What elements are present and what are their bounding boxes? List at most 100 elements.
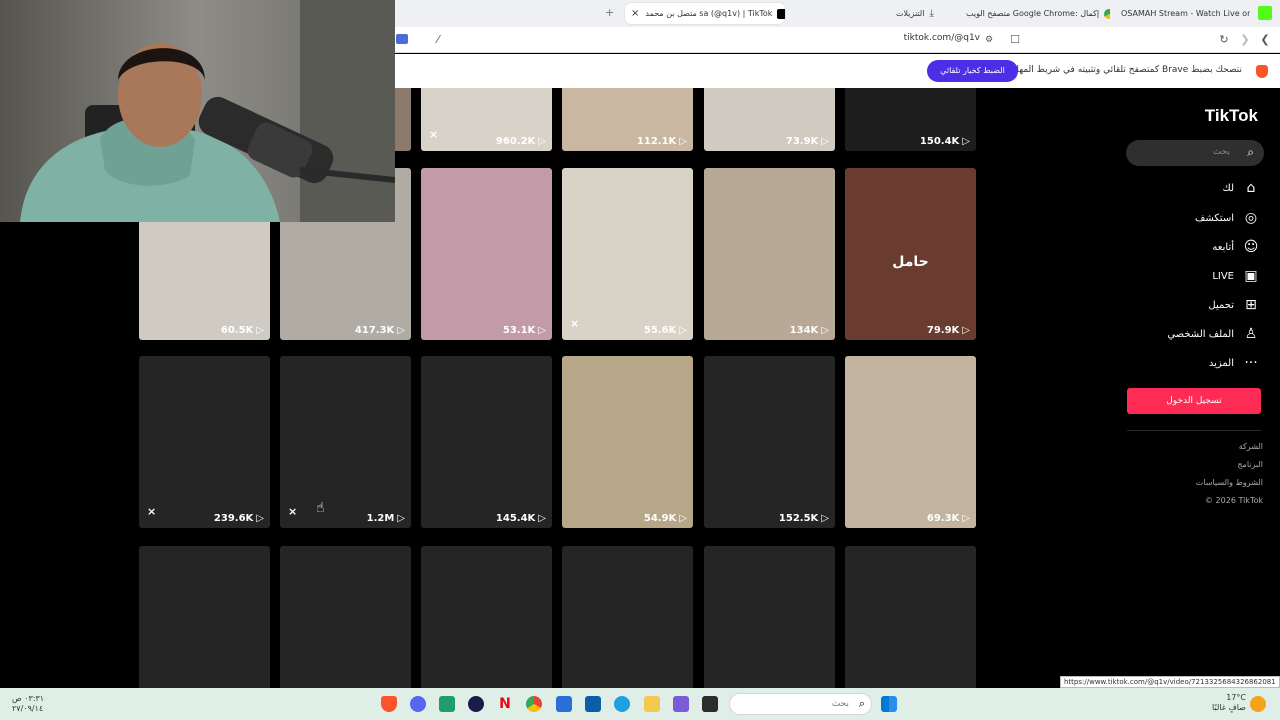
mute-icon[interactable]: ×	[288, 505, 297, 518]
tab-chrome-help[interactable]: متصفح الويب Google Chrome: إكمال	[960, 3, 1110, 24]
sidebar-item-more[interactable]: المزيد ···	[1209, 353, 1260, 373]
back-arrow-icon[interactable]: ❮	[1257, 32, 1273, 48]
video-thumbnail[interactable]: 134K ▷	[704, 168, 835, 340]
login-button[interactable]: تسجيل الدخول	[1127, 388, 1261, 414]
tab-downloads[interactable]: التنزيلات ⤓	[890, 3, 950, 24]
profile-icon: ♙	[1244, 326, 1258, 342]
sidebar-item-following[interactable]: أتابعه ☺	[1212, 237, 1260, 257]
taskbar-search-input[interactable]: بحث	[832, 699, 849, 709]
clock[interactable]: ٠٣:٣١ ص ٢٧/٠٩/١٤	[12, 694, 44, 714]
upload-icon: ⊞	[1245, 297, 1257, 313]
url-field[interactable]: tiktok.com/@q1v	[860, 33, 980, 47]
video-thumbnail[interactable]: 150.4K ▷	[845, 88, 976, 151]
video-thumbnail[interactable]: 112.1K ▷	[562, 88, 693, 151]
sidebar-item-home[interactable]: لك ⌂	[1223, 178, 1260, 198]
mail-taskbar-icon[interactable]	[556, 696, 572, 712]
footer-terms-link[interactable]: الشروط والسياسات	[1196, 478, 1263, 487]
video-thumbnail[interactable]: 73.9K ▷	[704, 88, 835, 151]
video-thumbnail[interactable]: 69.3K ▷	[845, 356, 976, 528]
play-icon: ▷	[962, 136, 970, 147]
app2-taskbar-icon[interactable]	[673, 696, 689, 712]
windows-taskbar: ٠٣:٣١ ص ٢٧/٠٩/١٤ N بحث ⌕ 17°C صافٍ غالبً…	[0, 688, 1280, 720]
close-tab-icon[interactable]: ×	[631, 8, 639, 19]
app-taskbar-icon[interactable]	[439, 696, 455, 712]
view-count: 79.9K ▷	[927, 325, 970, 336]
video-thumbnail[interactable]	[562, 546, 693, 688]
tab-label: OSAMAH Stream - Watch Live on Ki	[1121, 9, 1250, 18]
footer-program-link[interactable]: البرنامج	[1237, 460, 1263, 469]
sidebar-item-upload[interactable]: تحميل ⊞	[1208, 295, 1260, 315]
video-thumbnail[interactable]	[280, 546, 411, 688]
store-taskbar-icon[interactable]	[585, 696, 601, 712]
play-icon: ▷	[397, 513, 405, 524]
extension-icon[interactable]: ⁄	[430, 32, 446, 48]
video-thumbnail[interactable]	[139, 546, 270, 688]
view-count: 1.2M ▷	[367, 513, 405, 524]
search-icon[interactable]: ⌕	[1247, 145, 1254, 160]
play-icon: ▷	[962, 513, 970, 524]
view-count-value: 53.1K	[502, 325, 536, 336]
video-thumbnail[interactable]: 960.2K ▷ ×	[421, 88, 552, 151]
view-count-value: 152.5K	[778, 513, 819, 524]
mute-icon[interactable]: ×	[570, 317, 579, 330]
webcam-person-image	[0, 0, 395, 222]
video-thumbnail[interactable]: 1.2M ▷ ×	[280, 356, 411, 528]
view-count: 53.1K ▷	[503, 325, 546, 336]
reload-icon[interactable]: ↻	[1216, 32, 1232, 48]
view-count: 239.6K ▷	[214, 513, 264, 524]
tab-label: التنزيلات	[896, 9, 925, 18]
set-default-button[interactable]: الضبط كخيار تلقائي	[927, 60, 1018, 82]
video-thumbnail[interactable]: 145.4K ▷	[421, 356, 552, 528]
sidebar-item-profile[interactable]: الملف الشخصي ♙	[1167, 324, 1260, 344]
video-thumbnail[interactable]	[421, 546, 552, 688]
tiktok-logo[interactable]: TikTok	[1205, 106, 1258, 126]
tab-osamah-stream[interactable]: OSAMAH Stream - Watch Live on Ki	[1115, 3, 1250, 24]
edge-taskbar-icon[interactable]	[614, 696, 630, 712]
play-icon: ▷	[256, 325, 264, 336]
obs-taskbar-icon[interactable]	[468, 696, 484, 712]
mute-icon[interactable]: ×	[147, 505, 156, 518]
new-tab-button[interactable]: +	[605, 6, 614, 19]
discord-taskbar-icon[interactable]	[410, 696, 426, 712]
view-count-value: 54.9K	[643, 513, 677, 524]
play-icon: ▷	[821, 325, 829, 336]
bookmark-icon[interactable]: ☐	[1007, 32, 1023, 48]
footer-company-link[interactable]: الشركة	[1239, 442, 1263, 451]
video-thumbnail[interactable]: 239.6K ▷ ×	[139, 356, 270, 528]
video-thumbnail[interactable]: 79.9K ▷ حامل	[845, 168, 976, 340]
tiktok-favicon-icon	[777, 8, 785, 19]
tab-tiktok-profile[interactable]: × متصل بن محمد sa (@q1v) | TikTok	[625, 3, 785, 24]
view-count-value: 134K	[789, 325, 819, 336]
cast-icon[interactable]	[396, 34, 408, 44]
video-thumbnail[interactable]: 152.5K ▷	[704, 356, 835, 528]
app3-taskbar-icon[interactable]	[702, 696, 718, 712]
weather-widget[interactable]: 17°C صافٍ غالبًا	[1212, 693, 1246, 713]
netflix-taskbar-icon[interactable]: N	[497, 696, 513, 712]
view-count: 73.9K ▷	[786, 136, 829, 147]
play-icon: ▷	[538, 325, 546, 336]
search-input[interactable]: بحث	[1213, 147, 1230, 157]
sidebar-item-label: أتابعه	[1212, 241, 1234, 253]
view-count-value: 145.4K	[495, 513, 536, 524]
taskbar-search[interactable]: بحث ⌕	[729, 693, 872, 715]
video-thumbnail[interactable]	[845, 546, 976, 688]
view-count-value: 112.1K	[636, 136, 677, 147]
video-thumbnail[interactable]: 53.1K ▷	[421, 168, 552, 340]
mute-icon[interactable]: ×	[429, 128, 438, 141]
windows-start-icon[interactable]	[881, 696, 897, 712]
sidebar-item-live[interactable]: LIVE ▣	[1212, 266, 1260, 286]
chrome-taskbar-icon[interactable]	[526, 696, 542, 712]
view-count: 69.3K ▷	[927, 513, 970, 524]
brave-taskbar-icon[interactable]	[381, 696, 397, 712]
file-explorer-taskbar-icon[interactable]	[644, 696, 660, 712]
tiktok-sidebar: TikTok بحث ⌕ لك ⌂ استكشف ◎ أتابعه ☺ LIVE ▣ تحميل…	[1126, 88, 1280, 688]
video-thumbnail[interactable]	[704, 546, 835, 688]
video-thumbnail[interactable]: 54.9K ▷	[562, 356, 693, 528]
search-box[interactable]: بحث ⌕	[1126, 140, 1264, 166]
sidebar-item-compass[interactable]: استكشف ◎	[1195, 208, 1260, 228]
video-thumbnail[interactable]: 55.6K ▷ ×	[562, 168, 693, 340]
site-settings-icon[interactable]: ⚙	[981, 32, 997, 48]
home-icon: ⌂	[1246, 180, 1256, 196]
forward-arrow-icon[interactable]: ❯	[1237, 32, 1253, 48]
sidebar-item-label: المزيد	[1208, 357, 1234, 369]
